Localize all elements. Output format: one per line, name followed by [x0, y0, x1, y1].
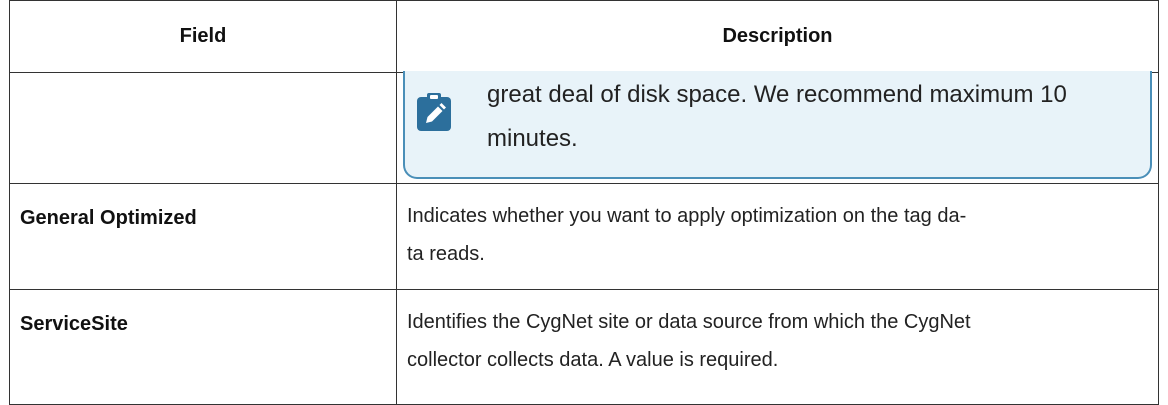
description-line: Indicates whether you want to apply opti… — [407, 205, 967, 227]
table-row: great deal of disk space. We recommend m… — [9, 71, 1159, 184]
header-description: Description — [396, 0, 1159, 73]
table-row: General Optimized Indicates whether you … — [9, 183, 1159, 290]
field-name-servicesite: ServiceSite — [9, 289, 397, 405]
note-clipboard-pencil-icon — [417, 93, 451, 131]
description-line: ta reads. — [407, 243, 485, 265]
table-header-row: Field Description — [9, 0, 1159, 73]
note-text-line: minutes. — [487, 125, 578, 152]
field-cell-empty — [9, 72, 397, 184]
table-row: ServiceSite Identifies the CygNet site o… — [9, 289, 1159, 405]
fields-table: Field Description great deal of disk spa… — [9, 0, 1159, 405]
header-field: Field — [9, 0, 397, 73]
note-text-line: great deal of disk space. We recommend m… — [487, 81, 1067, 108]
description-general-optimized: Indicates whether you want to apply opti… — [396, 183, 1159, 290]
description-line: Identifies the CygNet site or data sourc… — [407, 311, 971, 333]
note-box: great deal of disk space. We recommend m… — [403, 71, 1152, 179]
description-servicesite: Identifies the CygNet site or data sourc… — [396, 289, 1159, 405]
field-name-general-optimized: General Optimized — [9, 183, 397, 290]
note-text: great deal of disk space. We recommend m… — [487, 73, 1140, 161]
description-line: collector collects data. A value is requ… — [407, 349, 779, 371]
description-cell-note: great deal of disk space. We recommend m… — [396, 71, 1159, 184]
